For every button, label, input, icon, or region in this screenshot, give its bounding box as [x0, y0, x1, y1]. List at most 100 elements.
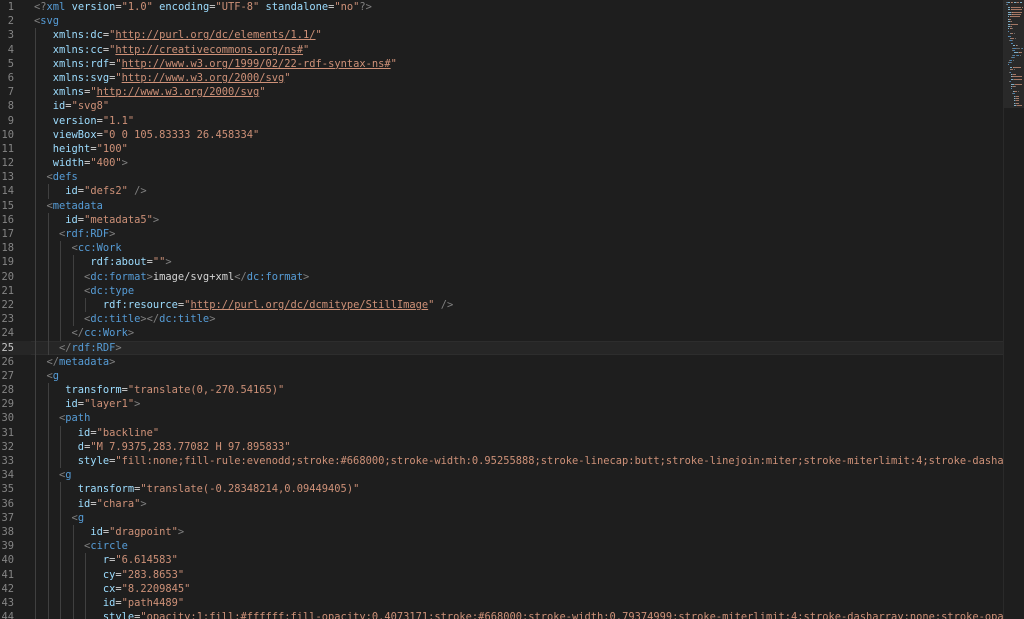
code-line[interactable]: 33 style="fill:none;fill-rule:evenodd;st… — [0, 454, 1004, 469]
code-text: <?xml version="1.0" encoding="UTF-8" sta… — [34, 0, 372, 14]
token-p — [34, 200, 47, 212]
token-p — [34, 412, 59, 424]
code-line[interactable]: 21 <dc:type — [0, 283, 1004, 298]
code-text: version="1.1" — [34, 114, 134, 128]
code-line[interactable]: 37 <g — [0, 510, 1004, 525]
token-tag: rdf:RDF — [71, 341, 116, 354]
token-s: "translate(-0.28348214,0.09449405)" — [140, 483, 360, 496]
token-s: "dragpoint" — [109, 525, 178, 538]
token-at: version — [71, 1, 116, 13]
code-text: <rdf:RDF> — [34, 227, 115, 241]
line-number: 7 — [7, 86, 14, 99]
code-line[interactable]: 39 <circle — [0, 539, 1004, 554]
token-tag: defs — [52, 171, 78, 184]
line-number: 4 — [7, 43, 14, 56]
code-line[interactable]: 22 rdf:resource="http://purl.org/dc/dcmi… — [0, 297, 1004, 313]
token-tag: dc:title — [159, 313, 210, 326]
token-s: "8.2209845" — [121, 582, 191, 595]
token-p — [34, 58, 53, 70]
token-at: xmlns:svg — [52, 71, 110, 84]
line-number: 40 — [1, 554, 14, 567]
minimap[interactable] — [1003, 0, 1024, 619]
token-p — [34, 185, 65, 197]
code-line[interactable]: 3 xmlns:dc="http://purl.org/dc/elements/… — [0, 28, 1004, 43]
line-number: 1 — [7, 1, 14, 13]
code-line[interactable]: 28 transform="translate(0,-270.54165)" — [0, 383, 1004, 398]
line-number: 43 — [1, 596, 14, 609]
code-line[interactable]: 29 id="layer1"> — [0, 397, 1004, 412]
token-b: </ — [46, 355, 60, 368]
code-line[interactable]: 10 viewBox="0 0 105.83333 26.458334" — [0, 127, 1004, 142]
minimap-stroke — [1011, 42, 1014, 44]
code-line[interactable]: 9 version="1.1" — [0, 113, 1004, 128]
minimap-stroke — [1006, 4, 1008, 6]
minimap-stroke — [1013, 93, 1015, 95]
code-line[interactable]: 2 <svg — [0, 14, 1004, 28]
code-line[interactable]: 32 d="M 7.9375,283.77082 H 97.895833" — [0, 439, 1004, 454]
token-at: id — [77, 497, 91, 510]
code-line[interactable]: 8 id="svg8" — [0, 99, 1004, 114]
code-line[interactable]: 14 id="defs2" /> — [0, 184, 1004, 199]
code-line[interactable]: 25 </rdf:RDF> — [0, 340, 1004, 355]
token-p — [34, 583, 103, 595]
token-p — [34, 157, 53, 169]
code-line[interactable]: 23 <dc:title></dc:title> — [0, 312, 1004, 327]
code-line[interactable]: 17 <rdf:RDF> — [0, 227, 1004, 242]
code-line[interactable]: 38 id="dragpoint"> — [0, 524, 1004, 540]
token-tag: path — [65, 412, 91, 425]
code-line[interactable]: 30 <path — [0, 411, 1004, 426]
code-line[interactable]: 11 height="100" — [0, 141, 1004, 157]
token-p — [34, 29, 53, 41]
code-line[interactable]: 44 style="opacity:1;fill:#ffffff;fill-op… — [0, 610, 1004, 619]
code-line[interactable]: 41 cy="283.8653" — [0, 567, 1004, 582]
code-line[interactable]: 20 <dc:format>image/svg+xml</dc:format> — [0, 269, 1004, 284]
line-number: 39 — [1, 540, 14, 553]
token-tag: rdf:RDF — [65, 228, 110, 240]
code-line[interactable]: 34 <g — [0, 468, 1004, 483]
code-editor[interactable]: 1 <?xml version="1.0" encoding="UTF-8" st… — [0, 0, 1024, 619]
code-line[interactable]: 5 xmlns:rdf="http://www.w3.org/1999/02/2… — [0, 56, 1004, 71]
minimap-stroke — [1010, 23, 1019, 25]
line-number: 32 — [1, 440, 14, 453]
code-text: <defs — [34, 170, 78, 184]
code-text: id="defs2" /> — [34, 184, 146, 198]
code-line[interactable]: 6 xmlns:svg="http://www.w3.org/2000/svg" — [0, 70, 1004, 86]
code-text: id="path4489" — [34, 596, 184, 610]
code-line[interactable]: 15 <metadata — [0, 198, 1004, 213]
minimap-stroke — [1013, 78, 1022, 80]
code-line[interactable]: 36 id="chara"> — [0, 496, 1004, 511]
code-line[interactable]: 4 xmlns:cc="http://creativecommons.org/n… — [0, 42, 1004, 57]
code-line[interactable]: 12 width="400"> — [0, 156, 1004, 171]
minimap-stroke — [1019, 52, 1022, 54]
code-line[interactable]: 13 <defs — [0, 170, 1004, 185]
code-line[interactable]: 18 <cc:Work — [0, 241, 1004, 256]
code-line[interactable]: 26 </metadata> — [0, 354, 1004, 369]
code-line[interactable]: 31 id="backline" — [0, 425, 1004, 440]
code-area[interactable]: 1 <?xml version="1.0" encoding="UTF-8" st… — [0, 0, 1004, 619]
token-s: " — [259, 86, 266, 99]
line-number: 14 — [1, 185, 14, 198]
code-text: id="dragpoint"> — [34, 525, 184, 539]
token-s: "translate(0,-270.54165)" — [127, 384, 285, 397]
line-number: 38 — [1, 525, 14, 538]
code-line[interactable]: 43 id="path4489" — [0, 595, 1004, 611]
token-b: <? — [34, 1, 47, 13]
token-at: rdf:about — [90, 256, 147, 269]
code-line[interactable]: 24 </cc:Work> — [0, 326, 1004, 341]
code-line[interactable]: 19 rdf:about=""> — [0, 255, 1004, 270]
token-p: image/svg+xml — [152, 270, 235, 283]
line-number: 6 — [7, 71, 14, 84]
code-line[interactable]: 40 r="6.614583" — [0, 553, 1004, 568]
minimap-stroke — [1012, 74, 1016, 75]
code-line[interactable]: 42 cx="8.2209845" — [0, 581, 1004, 596]
token-s: "svg8" — [71, 100, 110, 113]
code-line[interactable]: 16 id="metadata5"> — [0, 212, 1004, 227]
code-line[interactable]: 1 <?xml version="1.0" encoding="UTF-8" st… — [0, 0, 1004, 14]
code-line[interactable]: 35 transform="translate(-0.28348214,0.09… — [0, 482, 1004, 497]
code-line[interactable]: 7 xmlns="http://www.w3.org/2000/svg" — [0, 85, 1004, 100]
token-p — [34, 554, 103, 566]
token-at: style — [102, 611, 135, 619]
line-number: 20 — [1, 270, 14, 283]
token-b: > — [121, 157, 128, 170]
code-line[interactable]: 27 <g — [0, 368, 1004, 384]
